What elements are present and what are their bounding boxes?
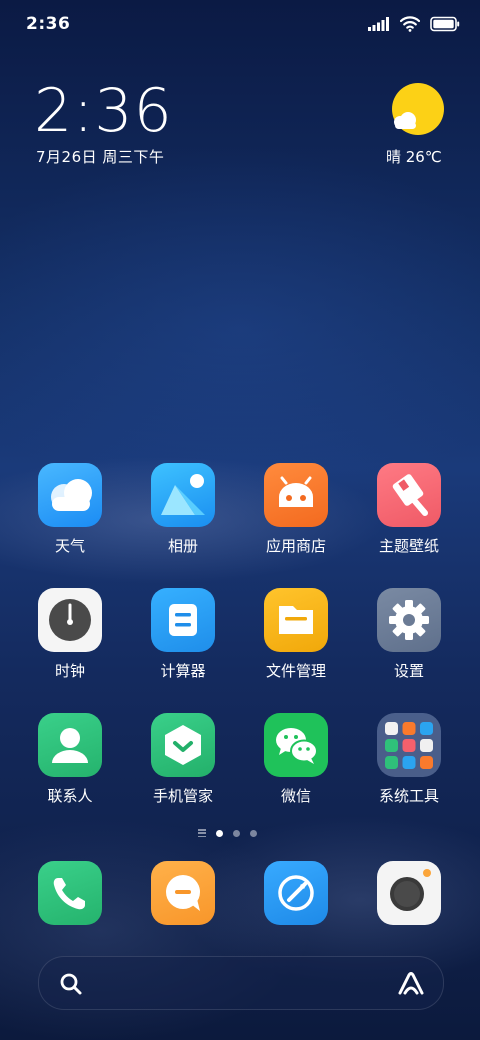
gear-icon [377, 588, 441, 652]
app-files[interactable]: 文件管理 [246, 588, 346, 681]
app-contacts[interactable]: 联系人 [20, 713, 120, 806]
wechat-icon [264, 713, 328, 777]
app-label: 微信 [280, 787, 311, 805]
calculator-icon [151, 588, 215, 652]
status-bar-time: 2:36 [26, 14, 71, 34]
clock-widget-date[interactable]: 7月26日 周三下午 [36, 146, 164, 167]
search-icon[interactable] [59, 972, 83, 996]
paint-brush-icon [377, 463, 441, 527]
app-calculator[interactable]: 计算器 [133, 588, 233, 681]
search-bar[interactable] [38, 956, 444, 1010]
wifi-icon [400, 16, 420, 32]
gallery-icon [151, 463, 215, 527]
app-label: 天气 [54, 537, 85, 555]
camera-icon[interactable] [377, 861, 441, 925]
app-label: 联系人 [47, 787, 93, 805]
clock-widget-time[interactable]: 2:36 [34, 76, 173, 146]
assistant-icon[interactable] [397, 971, 425, 997]
app-label: 主题壁纸 [378, 537, 439, 555]
app-label: 相册 [167, 537, 198, 555]
page-dot-2[interactable] [233, 829, 240, 837]
app-weather[interactable]: 天气 [20, 463, 120, 556]
app-clock[interactable]: 时钟 [20, 588, 120, 681]
shield-icon [151, 713, 215, 777]
app-settings[interactable]: 设置 [359, 588, 459, 681]
app-label: 手机管家 [152, 787, 213, 805]
app-label: 计算器 [160, 662, 206, 680]
folder-system-tools[interactable]: 系统工具 [359, 713, 459, 806]
app-wechat[interactable]: 微信 [246, 713, 346, 806]
folder-grid-icon [377, 713, 441, 777]
message-icon[interactable] [151, 861, 215, 925]
app-gallery[interactable]: 相册 [133, 463, 233, 556]
app-label: 设置 [393, 662, 424, 680]
app-themes[interactable]: 主题壁纸 [359, 463, 459, 556]
status-bar-icons [368, 14, 460, 34]
sun-with-cloud-icon[interactable] [388, 82, 448, 138]
battery-icon [430, 16, 460, 32]
app-label: 系统工具 [378, 787, 439, 805]
browser-compass-icon[interactable] [264, 861, 328, 925]
weather-text[interactable]: 晴 26℃ [386, 146, 442, 167]
person-icon [38, 713, 102, 777]
app-store[interactable]: 应用商店 [246, 463, 346, 556]
phone-icon[interactable] [38, 861, 102, 925]
page-dot-1[interactable] [216, 829, 223, 837]
app-label: 应用商店 [265, 537, 326, 555]
clock-icon [38, 588, 102, 652]
folder-icon [264, 588, 328, 652]
app-label: 时钟 [54, 662, 85, 680]
page-list-icon[interactable] [198, 829, 206, 837]
weather-cloud-icon [38, 463, 102, 527]
app-security[interactable]: 手机管家 [133, 713, 233, 806]
page-indicator[interactable] [198, 829, 257, 837]
app-label: 文件管理 [265, 662, 326, 680]
android-icon [264, 463, 328, 527]
page-dot-3[interactable] [250, 829, 257, 837]
signal-icon [368, 17, 389, 31]
